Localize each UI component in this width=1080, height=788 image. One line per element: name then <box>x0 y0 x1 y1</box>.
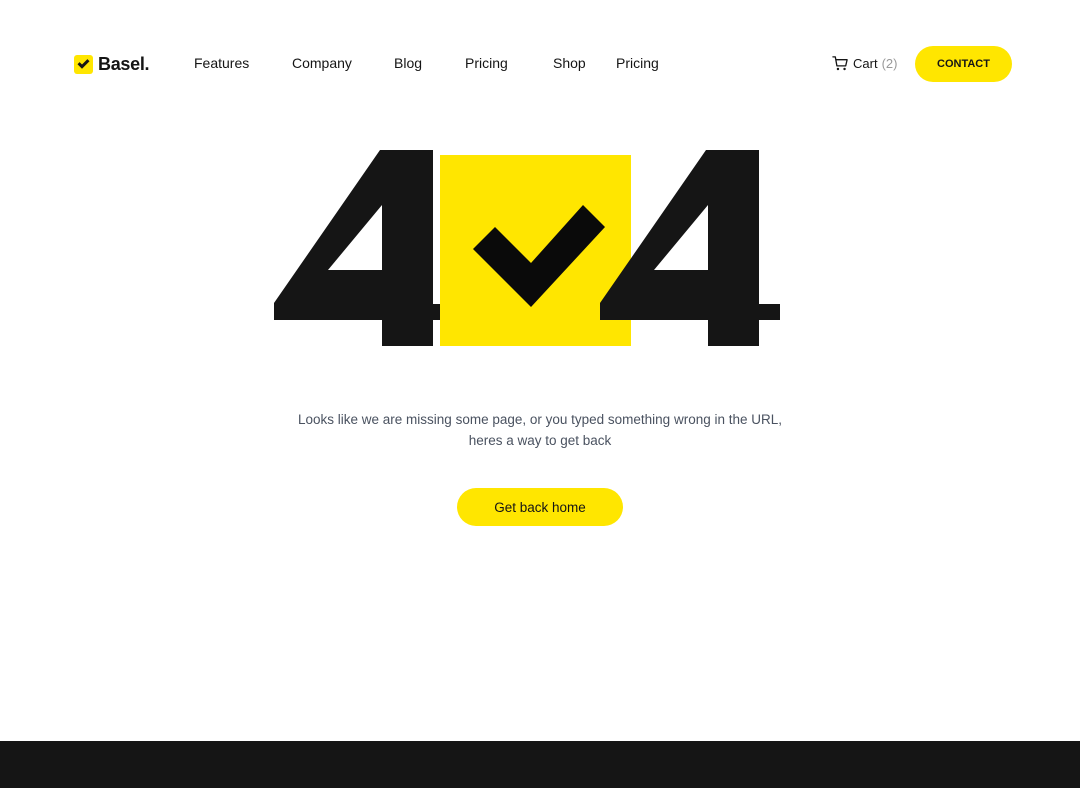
site-header: Basel. Features Company Blog Pricing Sho… <box>0 0 1080 126</box>
cart-icon <box>832 56 848 71</box>
nav-pricing-2[interactable]: Pricing <box>616 55 659 71</box>
error-message-line-2: heres a way to get back <box>468 433 612 448</box>
nav-blog[interactable]: Blog <box>394 55 422 71</box>
digit-four-right <box>600 150 780 346</box>
nav-company[interactable]: Company <box>292 55 352 71</box>
cart-count: (2) <box>881 56 898 71</box>
cart-link[interactable]: Cart (2) <box>832 55 897 72</box>
site-footer <box>0 741 1080 788</box>
check-logo-icon <box>74 54 93 74</box>
nav-shop[interactable]: Shop <box>553 55 586 71</box>
get-back-home-button[interactable]: Get back home <box>457 488 623 526</box>
brand-logo[interactable]: Basel. <box>74 53 150 74</box>
nav-pricing[interactable]: Pricing <box>465 55 508 71</box>
error-message-line-1: Looks like we are missing some page, or … <box>298 412 782 427</box>
error-404-graphic <box>270 150 790 350</box>
error-message: Looks like we are missing some page, or … <box>290 409 790 451</box>
digit-four-left <box>274 150 454 346</box>
check-icon <box>473 205 605 307</box>
cart-label: Cart <box>853 56 878 71</box>
nav-features[interactable]: Features <box>194 55 249 71</box>
brand-name: Basel. <box>98 53 150 74</box>
contact-button[interactable]: CONTACT <box>915 46 1012 82</box>
